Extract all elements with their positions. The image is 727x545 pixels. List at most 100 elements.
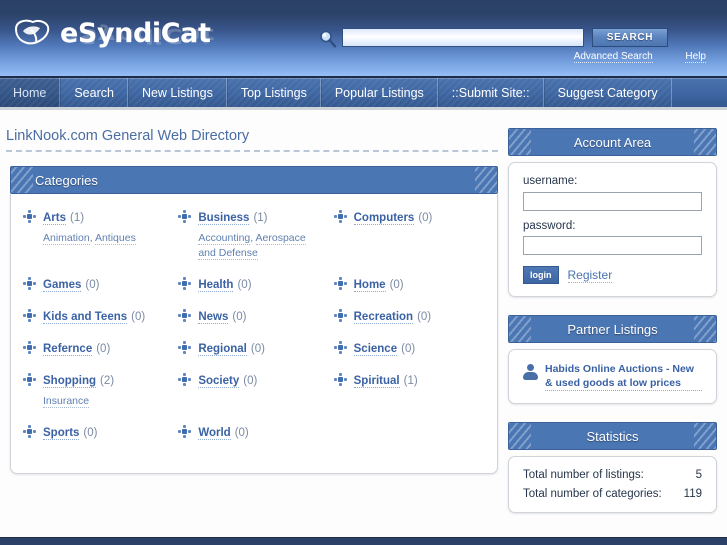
subcategory-link[interactable]: Antiques [94, 232, 136, 245]
category-bullet-icon [178, 425, 192, 438]
category-bullet-icon [23, 341, 36, 354]
nav-item-home[interactable]: Home [0, 78, 61, 107]
categories-panel-body: Arts (1) Animation, Antiques Business (1) Acc… [10, 194, 498, 474]
category-link[interactable]: Business [198, 212, 250, 225]
category-cell: Business (1) Accounting, Aerospace and Def… [176, 208, 331, 261]
partner-listings-body: Habids Online Auctions - New & used good… [508, 349, 717, 404]
category-bullet-icon [23, 277, 36, 290]
category-count: (0) [418, 212, 433, 224]
category-link[interactable]: Shopping [43, 375, 97, 388]
site-logo[interactable]: eSyndiCat eSyndiCat [13, 17, 214, 73]
header-sub-links: Advanced Search Help [318, 51, 716, 63]
category-count: (1) [253, 212, 268, 224]
subcategory-link[interactable]: Accounting [198, 232, 251, 245]
page-title: LinkNook.com General Web Directory [6, 128, 498, 152]
leaf-mark-icon [13, 17, 53, 51]
category-link[interactable]: Computers [353, 212, 415, 225]
category-bullet-icon [178, 210, 192, 223]
list-item: Habids Online Auctions - New & used good… [523, 362, 702, 391]
nav-item-suggest-category[interactable]: Suggest Category [543, 78, 672, 107]
category-count: (0) [131, 311, 146, 323]
subcategory-list: Insurance [43, 394, 170, 409]
partner-listings-header: Partner Listings [508, 315, 717, 343]
category-link[interactable]: Arts [43, 212, 67, 225]
category-count: (0) [234, 427, 249, 439]
statistics-body: Total number of listings: 5 Total number… [508, 456, 717, 513]
category-cell: Regional (0) [176, 339, 331, 357]
categories-grid: Arts (1) Animation, Antiques Business (1) Acc… [11, 194, 497, 473]
stat-label: Total number of listings: [523, 469, 644, 481]
page-content: LinkNook.com General Web Directory Categ… [0, 110, 727, 513]
nav-item-new-listings[interactable]: New Listings [127, 78, 227, 107]
category-bullet-icon [23, 210, 36, 223]
category-bullet-icon [23, 425, 36, 438]
category-bullet-icon [333, 309, 347, 322]
category-cell: Science (0) [332, 339, 487, 357]
category-cell: Kids and Teens (0) [21, 307, 176, 325]
category-count: (1) [403, 375, 418, 387]
category-count: (0) [96, 343, 111, 355]
subcategory-link[interactable]: Animation [43, 232, 90, 245]
category-count: (0) [250, 343, 265, 355]
account-area-body: username: password: login Register [508, 162, 717, 297]
category-cell: News (0) [176, 307, 331, 325]
category-cell: Computers (0) [332, 208, 487, 261]
stat-value: 119 [683, 488, 702, 500]
stat-row-categories: Total number of categories: 119 [523, 488, 702, 500]
partner-listing-link[interactable]: Habids Online Auctions - New & used good… [545, 362, 702, 391]
stat-label: Total number of categories: [523, 488, 662, 500]
category-link[interactable]: Spiritual [353, 375, 400, 388]
category-cell: World (0) [176, 423, 331, 441]
category-bullet-icon [23, 373, 36, 386]
statistics-header: Statistics [508, 422, 717, 450]
category-count: (0) [389, 279, 404, 291]
nav-item-submit-site[interactable]: ::Submit Site:: [437, 78, 544, 107]
category-link[interactable]: Refernce [43, 343, 93, 356]
password-label: password: [523, 219, 576, 232]
login-button[interactable]: login [523, 266, 559, 284]
category-link[interactable]: Home [353, 279, 386, 292]
user-icon [523, 364, 538, 380]
category-bullet-icon [333, 373, 347, 386]
footer-strip [0, 537, 727, 545]
stat-value: 5 [695, 469, 702, 481]
category-link[interactable]: Society [198, 375, 240, 388]
site-logo-reflection: eSyndiCat [60, 23, 215, 47]
category-count: (0) [243, 375, 258, 387]
main-column: LinkNook.com General Web Directory Categ… [0, 110, 508, 513]
category-link[interactable]: Kids and Teens [43, 311, 128, 324]
category-cell: Spiritual (1) [332, 371, 487, 409]
search-input[interactable] [342, 28, 584, 47]
categories-panel-title: Categories [35, 172, 98, 188]
subcategory-link[interactable]: Insurance [43, 395, 90, 408]
header-search: SEARCH [318, 28, 668, 49]
help-link[interactable]: Help [685, 51, 706, 63]
username-input[interactable] [523, 191, 702, 211]
category-link[interactable]: Science [353, 343, 398, 356]
account-area-panel: Account Area username: password: login R… [508, 128, 717, 297]
password-input[interactable] [523, 236, 702, 255]
stat-row-listings: Total number of listings: 5 [523, 469, 702, 481]
username-label: username: [523, 175, 578, 187]
category-count: (0) [232, 311, 247, 323]
page-root: eSyndiCat eSyndiCat SEARCH Advanced Sear… [0, 0, 727, 545]
advanced-search-link[interactable]: Advanced Search [573, 51, 653, 63]
category-link[interactable]: World [198, 427, 231, 440]
category-link[interactable]: Sports [43, 427, 80, 440]
category-cell: Shopping (2) Insurance [21, 371, 176, 409]
category-link[interactable]: News [198, 311, 229, 324]
category-link[interactable]: Health [198, 279, 234, 292]
category-cell: Society (0) [176, 371, 331, 409]
nav-item-popular-listings[interactable]: Popular Listings [320, 78, 438, 107]
category-bullet-icon [333, 277, 347, 290]
category-link[interactable]: Regional [198, 343, 247, 356]
category-cell: Health (0) [176, 275, 331, 293]
category-link[interactable]: Recreation [353, 311, 414, 324]
category-link[interactable]: Games [43, 279, 82, 292]
register-link[interactable]: Register [567, 268, 613, 283]
nav-item-search[interactable]: Search [60, 78, 128, 107]
search-button[interactable]: SEARCH [592, 28, 668, 47]
nav-item-top-listings[interactable]: Top Listings [226, 78, 321, 107]
sidebar: Account Area username: password: login R… [508, 110, 727, 513]
category-bullet-icon [178, 277, 192, 290]
